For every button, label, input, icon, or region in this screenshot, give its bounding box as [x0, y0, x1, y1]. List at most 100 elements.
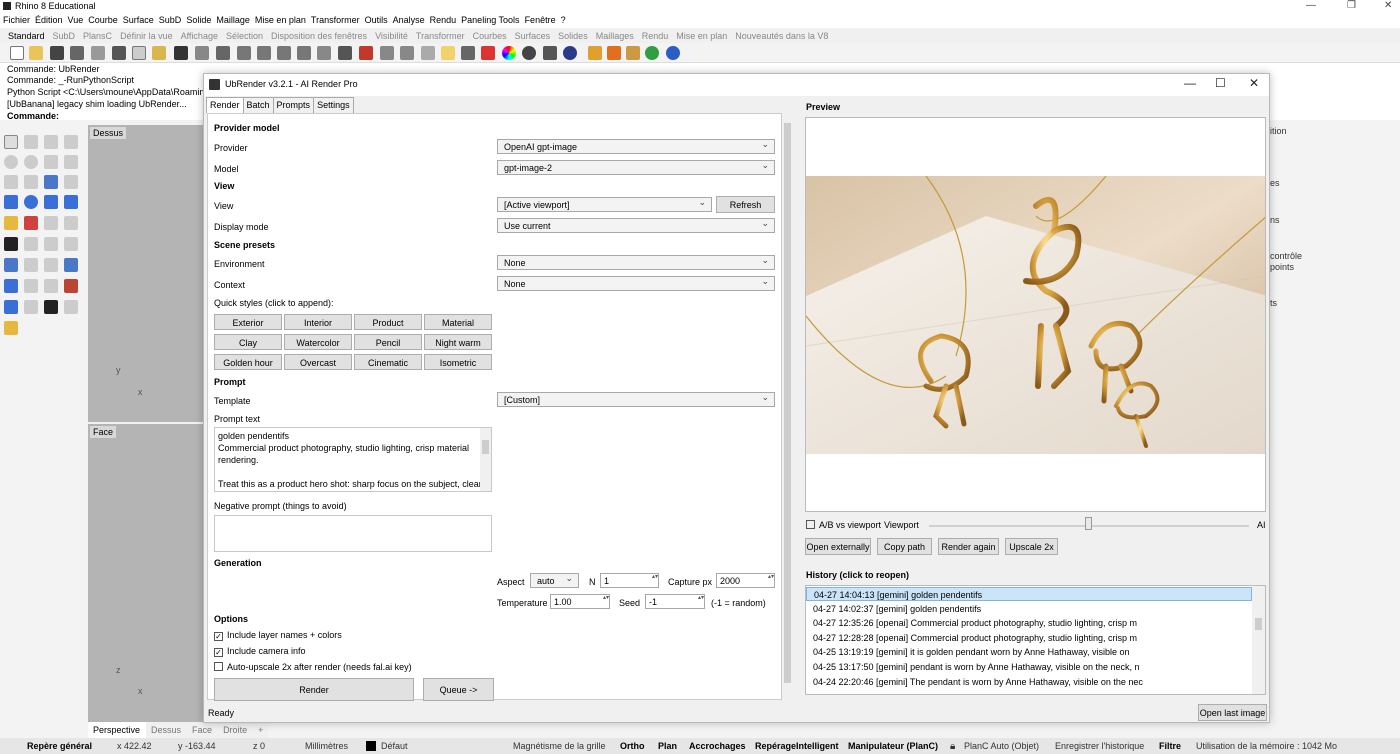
zoom-icon[interactable]: [237, 46, 251, 60]
menu-mesh[interactable]: Maillage: [216, 13, 255, 28]
environment-sphere-icon[interactable]: [563, 46, 577, 60]
cylinder-icon[interactable]: [44, 195, 58, 209]
offset-icon[interactable]: [64, 175, 78, 189]
paste-icon[interactable]: [152, 46, 166, 60]
rotate-view-icon[interactable]: [216, 46, 230, 60]
prompt-textarea[interactable]: golden pendentifs Commercial product pho…: [214, 427, 492, 492]
history-item[interactable]: 04-25 13:19:19 [gemini] it is golden pen…: [806, 645, 1252, 659]
zoom-window-icon[interactable]: [257, 46, 271, 60]
tab-select[interactable]: Sélection: [226, 29, 271, 43]
menu-surface[interactable]: Surface: [123, 13, 159, 28]
explode-icon[interactable]: [64, 237, 78, 251]
menu-render[interactable]: Rendu: [430, 13, 462, 28]
dialog-title-bar[interactable]: UbRender v3.2.1 - AI Render Pro — ☐ ✕: [204, 74, 1269, 96]
menu-curve[interactable]: Courbe: [88, 13, 123, 28]
restore-icon[interactable]: ❐: [1347, 0, 1356, 11]
solid-tools-icon[interactable]: [4, 279, 18, 293]
status-ortho[interactable]: Ortho: [620, 741, 645, 751]
car-icon[interactable]: [359, 46, 373, 60]
point-icon[interactable]: [24, 135, 38, 149]
import-icon[interactable]: [91, 46, 105, 60]
extrude-icon[interactable]: [24, 216, 38, 230]
status-gumball[interactable]: Manipulateur (PlanC): [848, 741, 938, 751]
status-filter[interactable]: Filtre: [1159, 741, 1181, 751]
tab-new-v8[interactable]: Nouveautés dans la V8: [735, 29, 836, 43]
material-icon[interactable]: [481, 46, 495, 60]
render-again-button[interactable]: Render again: [938, 538, 999, 555]
options-icon[interactable]: [588, 46, 602, 60]
object-snap-icon[interactable]: [400, 46, 414, 60]
checkbox-box[interactable]: ✓: [214, 632, 223, 641]
box-icon[interactable]: [4, 195, 18, 209]
status-smarttrack[interactable]: RepérageIntelligent: [755, 741, 839, 751]
display-mode-icon[interactable]: [380, 46, 394, 60]
polyline-icon[interactable]: [44, 135, 58, 149]
tab-solids[interactable]: Solides: [558, 29, 596, 43]
tab-display[interactable]: Affichage: [181, 29, 226, 43]
view-select[interactable]: [Active viewport]: [497, 197, 712, 212]
menu-help[interactable]: ?: [561, 13, 571, 28]
style-cinematic-button[interactable]: Cinematic: [354, 354, 422, 370]
history-scrollbar[interactable]: [1252, 586, 1265, 694]
rendered-image[interactable]: [806, 176, 1265, 454]
display-mode-select[interactable]: Use current: [497, 218, 775, 233]
select-arrow-icon[interactable]: [4, 135, 18, 149]
vptab-right[interactable]: Droite: [218, 722, 253, 738]
open-folder-icon[interactable]: [29, 46, 43, 60]
style-overcast-button[interactable]: Overcast: [284, 354, 352, 370]
open-last-image-button[interactable]: Open last image: [1198, 704, 1267, 721]
menu-subd[interactable]: SubD: [159, 13, 187, 28]
sphere-icon[interactable]: [24, 195, 38, 209]
tab-meshes[interactable]: Maillages: [596, 29, 642, 43]
history-scrollbar-thumb[interactable]: [1255, 618, 1262, 630]
join-icon[interactable]: [44, 237, 58, 251]
render-sphere-icon[interactable]: [522, 46, 536, 60]
template-select[interactable]: [Custom]: [497, 392, 775, 407]
undo-icon[interactable]: [174, 46, 188, 60]
tools-icon[interactable]: [607, 46, 621, 60]
status-plan[interactable]: Plan: [658, 741, 677, 751]
array-icon[interactable]: [44, 258, 58, 272]
menu-file[interactable]: Fichier: [3, 13, 35, 28]
menu-layout[interactable]: Mise en plan: [255, 13, 311, 28]
temperature-stepper[interactable]: 1.00: [550, 594, 610, 609]
maximize-icon[interactable]: ☐: [1215, 76, 1226, 90]
style-clay-button[interactable]: Clay: [214, 334, 282, 350]
trim-icon[interactable]: [24, 237, 38, 251]
plugin-icon[interactable]: [626, 46, 640, 60]
checkbox-box[interactable]: ✓: [214, 648, 223, 657]
checkbox-box[interactable]: [214, 662, 223, 671]
style-golden-hour-button[interactable]: Golden hour: [214, 354, 282, 370]
n-stepper[interactable]: 1: [600, 573, 659, 588]
command-prompt[interactable]: Commande:: [7, 111, 59, 121]
four-viewports-icon[interactable]: [338, 46, 352, 60]
text-icon[interactable]: [4, 258, 18, 272]
tab-plansc[interactable]: PlansC: [83, 29, 120, 43]
option-upscale-checkbox[interactable]: Auto-upscale 2x after render (needs fal.…: [214, 662, 412, 672]
status-grid-snap[interactable]: Magnétisme de la grille: [513, 741, 606, 751]
zoom-extents-icon[interactable]: [277, 46, 291, 60]
checkbox-box[interactable]: [806, 520, 815, 529]
close-icon[interactable]: ✕: [1249, 76, 1259, 90]
history-item[interactable]: 04-25 13:17:50 [gemini] pendant is worn …: [806, 660, 1252, 674]
model-select[interactable]: gpt-image-2: [497, 160, 775, 175]
close-icon[interactable]: ✕: [1384, 0, 1392, 11]
new-file-icon[interactable]: [10, 46, 24, 60]
lock-icon[interactable]: [461, 46, 475, 60]
split-icon[interactable]: [4, 237, 18, 251]
refresh-button[interactable]: Refresh: [716, 196, 775, 213]
negative-prompt-textarea[interactable]: [214, 515, 492, 552]
aspect-select[interactable]: auto: [530, 573, 579, 588]
menu-tools[interactable]: Outils: [365, 13, 393, 28]
tab-subd[interactable]: SubD: [53, 29, 84, 43]
tab-prompts[interactable]: Prompts: [272, 97, 315, 113]
pan-hand-icon[interactable]: [195, 46, 209, 60]
render-tools-icon[interactable]: [4, 321, 18, 335]
form-scrollbar[interactable]: [782, 113, 793, 700]
history-item[interactable]: 04-27 12:28:28 [openai] Commercial produ…: [806, 631, 1252, 645]
style-isometric-button[interactable]: Isometric: [424, 354, 492, 370]
grasshopper-icon[interactable]: [645, 46, 659, 60]
tab-render[interactable]: Rendu: [642, 29, 677, 43]
gumball-icon[interactable]: [64, 279, 78, 293]
history-item[interactable]: 04-24 22:20:46 [gemini] The pendant is w…: [806, 675, 1252, 689]
